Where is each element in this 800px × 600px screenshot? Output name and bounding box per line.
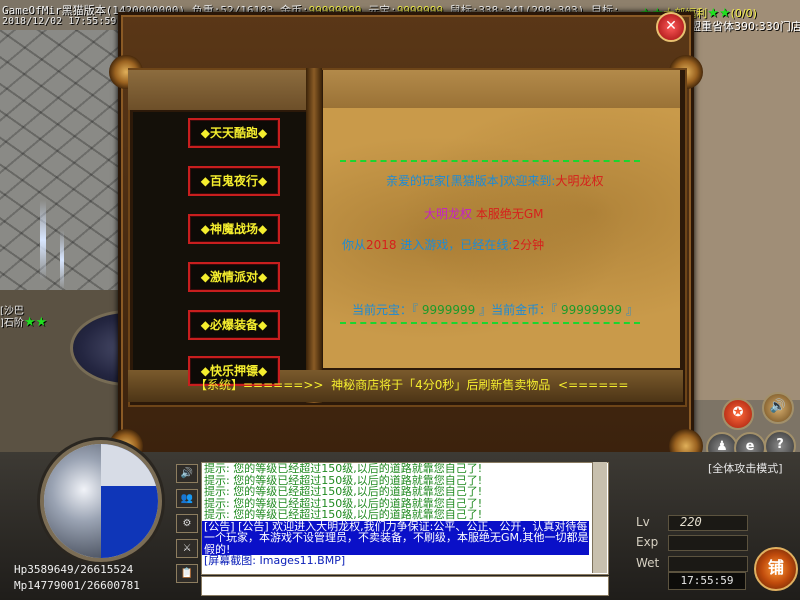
- sys-end: <======: [558, 378, 629, 392]
- chat-line: 提示: 您的等级已经超过150级,以后的道路就靠您自己了!: [204, 462, 483, 475]
- hp-readout: Hp3589649/26615524: [14, 563, 133, 576]
- system-announcement: 【系统】======>> 神秘商店将于「4分0秒」后刷新售卖物品 <======: [195, 376, 628, 393]
- datetime: 2018/12/02 17:55:59: [2, 16, 117, 27]
- menu-button-ghost-night[interactable]: ◆百鬼夜行◆: [188, 166, 280, 196]
- guild-name: ]石阶: [0, 318, 24, 329]
- hp-mp-orb: [40, 440, 162, 562]
- star-icon: ★★: [23, 315, 48, 330]
- world-ground-right: [690, 0, 800, 400]
- gold-end: 』: [625, 303, 638, 317]
- chat-scrollbar[interactable]: [592, 462, 607, 573]
- menu-header: [128, 70, 308, 110]
- hp-orb-half: [44, 444, 101, 558]
- welcome-prefix: 亲爱的玩家: [386, 174, 447, 188]
- player-guild-label2: ]石阶★★: [0, 314, 47, 330]
- light-beam: [60, 230, 64, 290]
- panel-divider: [306, 68, 322, 403]
- played-mid: 进入游戏，已经在线:: [400, 238, 513, 252]
- game-clock: 17:55:59: [668, 572, 746, 590]
- exp-bar: [668, 535, 748, 551]
- log-icon[interactable]: 📋: [176, 564, 198, 583]
- lv-value: 220: [680, 515, 702, 529]
- shop-button[interactable]: 铺: [754, 547, 798, 591]
- sound-icon[interactable]: 🔊: [762, 392, 794, 424]
- mp-readout: Mp14779001/26600781: [14, 579, 140, 592]
- attack-mode-label[interactable]: [全体攻击模式]: [708, 460, 783, 476]
- group-icon[interactable]: 👥: [176, 489, 198, 508]
- content-header: [323, 70, 680, 108]
- menu-button-battlefield[interactable]: ◆神魔战场◆: [188, 214, 280, 244]
- mp-orb-empty: [101, 444, 158, 486]
- menu-button-party[interactable]: ◆激情派对◆: [188, 262, 280, 292]
- dashed-separator: [340, 160, 640, 162]
- wet-label: Wet: [636, 556, 660, 570]
- played-prefix: 你从: [342, 238, 367, 252]
- played-year: 2018: [366, 238, 397, 252]
- server-name: 大明龙权: [424, 207, 473, 221]
- skill-icon[interactable]: ✪: [722, 398, 754, 430]
- battle-icon[interactable]: ⚔: [176, 539, 198, 558]
- map-location-label: 盟重省体390:330门店: [690, 20, 800, 33]
- chat-screenshot-line: [屏幕截图: Images11.BMP]: [204, 554, 346, 567]
- currency-line: 当前元宝：『 9999999 』当前金币：『 99999999 』: [352, 301, 638, 318]
- chat-log[interactable]: 提示: 您的等级已经超过150级,以后的道路就靠您自己了! 提示: 您的等级已经…: [201, 462, 609, 575]
- hp-value: 3589649/26615524: [27, 563, 134, 576]
- settings-icon[interactable]: ⚙: [176, 514, 198, 533]
- chat-notice: [公告] [公告] 欢迎进入大明龙权,我们力争保证:公平、公正、公开，认真对待每…: [202, 519, 589, 556]
- played-line: 你从2018 进入游戏，已经在线:2分钟: [342, 236, 544, 253]
- yb-value: 9999999: [421, 303, 476, 317]
- chat-input[interactable]: [201, 576, 609, 596]
- welcome-mid: 欢迎来到:: [503, 174, 556, 188]
- chat-line: 提示: 您的等级已经超过150级,以后的道路就靠您自己了!: [204, 508, 483, 521]
- lv-label: Lv: [636, 515, 650, 529]
- wet-bar: [668, 556, 748, 572]
- hp-label: Hp: [14, 563, 28, 576]
- mp-value: 14779001/26600781: [27, 579, 140, 592]
- server-line: 大明龙权 本服绝无GM: [424, 205, 544, 222]
- gold-value-content: 99999999: [560, 303, 623, 317]
- welcome-version: [黑猫版本]: [446, 174, 504, 188]
- yb-label: 当前元宝：『: [352, 303, 419, 317]
- yb-mid: 』当前金币：『: [479, 303, 558, 317]
- played-time: 2分钟: [512, 238, 545, 252]
- sys-prefix: 【系统】======>>: [195, 378, 324, 392]
- light-beam: [40, 200, 46, 280]
- close-button[interactable]: ✕: [656, 12, 686, 42]
- chat-line: 提示: 您的等级已经超过150级,以后的道路就靠您自己了!: [204, 485, 483, 498]
- volume-icon[interactable]: 🔊: [176, 464, 198, 483]
- mp-label: Mp: [14, 579, 28, 592]
- welcome-server: 大明龙权: [555, 174, 604, 188]
- server-desc: 本服绝无GM: [475, 207, 544, 221]
- dashed-separator: [340, 322, 640, 324]
- sys-message: 神秘商店将于「4分0秒」后刷新售卖物品: [331, 378, 551, 392]
- menu-button-drop-gear[interactable]: ◆必爆装备◆: [188, 310, 280, 340]
- welcome-line: 亲爱的玩家[黑猫版本]欢迎来到:大明龙权: [386, 172, 603, 189]
- menu-button-daily-run[interactable]: ◆天天酷跑◆: [188, 118, 280, 148]
- exp-label: Exp: [636, 535, 659, 549]
